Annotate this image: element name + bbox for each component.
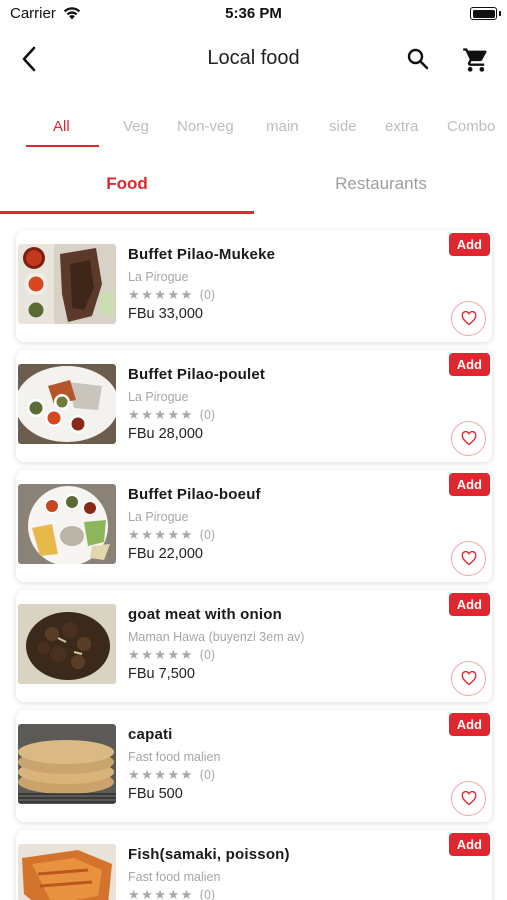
tab-active-indicator	[0, 211, 254, 214]
rating: ★★★★★ (0)	[128, 647, 215, 663]
tab-food[interactable]: Food	[0, 174, 254, 194]
food-image	[18, 244, 116, 324]
food-name: Buffet Pilao-poulet	[128, 366, 266, 383]
food-name: Buffet Pilao-boeuf	[128, 486, 261, 503]
food-card[interactable]: Buffet Pilao-boeuf La Pirogue ★★★★★ (0) …	[16, 470, 492, 582]
battery-icon	[470, 7, 497, 20]
heart-icon	[461, 551, 476, 566]
favorite-button[interactable]	[451, 301, 486, 336]
rating-stars-icon: ★★★★★	[128, 407, 194, 422]
food-card[interactable]: capati Fast food malien ★★★★★ (0) FBu 50…	[16, 710, 492, 822]
favorite-button[interactable]	[451, 421, 486, 456]
cart-icon	[463, 48, 487, 72]
category-tab-main[interactable]: main	[266, 118, 299, 135]
rating: ★★★★★ (0)	[128, 887, 215, 900]
restaurant-name: La Pirogue	[128, 510, 189, 524]
add-button[interactable]: Add	[448, 833, 490, 856]
food-image	[18, 604, 116, 684]
rating: ★★★★★ (0)	[128, 287, 215, 303]
rating-stars-icon: ★★★★★	[128, 887, 194, 900]
review-count: (0)	[199, 768, 216, 782]
category-tab-side[interactable]: side	[329, 118, 357, 135]
food-image	[18, 844, 116, 900]
food-card[interactable]: goat meat with onion Maman Hawa (buyenzi…	[16, 590, 492, 702]
review-count: (0)	[199, 408, 216, 422]
clock: 5:36 PM	[225, 5, 282, 22]
status-bar: Carrier 5:36 PM	[0, 0, 507, 28]
price: FBu 7,500	[128, 666, 195, 682]
heart-icon	[461, 671, 476, 686]
favorite-button[interactable]	[451, 781, 486, 816]
search-icon	[407, 48, 429, 70]
rating-stars-icon: ★★★★★	[128, 527, 194, 542]
food-card[interactable]: Buffet Pilao-poulet La Pirogue ★★★★★ (0)…	[16, 350, 492, 462]
heart-icon	[461, 311, 476, 326]
food-card[interactable]: Buffet Pilao-Mukeke La Pirogue ★★★★★ (0)…	[16, 230, 492, 342]
food-image	[18, 724, 116, 804]
restaurant-name: Fast food malien	[128, 870, 221, 884]
category-tab-veg[interactable]: Veg	[123, 118, 149, 135]
category-active-indicator	[26, 145, 99, 147]
top-app-bar: Local food	[0, 36, 507, 84]
restaurant-name: La Pirogue	[128, 270, 189, 284]
category-tabs: All Veg Non-veg main side extra Combo	[0, 108, 507, 148]
category-tab-all[interactable]: All	[53, 118, 70, 135]
category-tab-combo[interactable]: Combo	[447, 118, 495, 135]
rating-stars-icon: ★★★★★	[128, 767, 194, 782]
restaurant-name: Maman Hawa (buyenzi 3em av)	[128, 630, 305, 644]
food-name: capati	[128, 726, 173, 743]
price: FBu 22,000	[128, 546, 203, 562]
battery-cap	[499, 11, 501, 16]
search-button[interactable]	[403, 44, 433, 74]
add-button[interactable]: Add	[448, 713, 490, 736]
cart-button[interactable]	[460, 44, 492, 76]
heart-icon	[461, 791, 476, 806]
food-name: Fish(samaki, poisson)	[128, 846, 290, 863]
restaurant-name: Fast food malien	[128, 750, 221, 764]
rating-stars-icon: ★★★★★	[128, 287, 194, 302]
tab-restaurants[interactable]: Restaurants	[254, 174, 507, 194]
rating: ★★★★★ (0)	[128, 407, 215, 423]
category-tab-non-veg[interactable]: Non-veg	[177, 118, 234, 135]
food-image	[18, 364, 116, 444]
add-button[interactable]: Add	[448, 233, 490, 256]
food-card[interactable]: Fish(samaki, poisson) Fast food malien ★…	[16, 830, 492, 900]
favorite-button[interactable]	[451, 541, 486, 576]
price: FBu 500	[128, 786, 183, 802]
review-count: (0)	[199, 288, 216, 302]
review-count: (0)	[199, 888, 216, 900]
food-name: Buffet Pilao-Mukeke	[128, 246, 276, 263]
price: FBu 33,000	[128, 306, 203, 322]
food-name: goat meat with onion	[128, 606, 282, 623]
restaurant-name: La Pirogue	[128, 390, 189, 404]
rating: ★★★★★ (0)	[128, 767, 215, 783]
heart-icon	[461, 431, 476, 446]
add-button[interactable]: Add	[448, 353, 490, 376]
review-count: (0)	[199, 648, 216, 662]
food-image	[18, 484, 116, 564]
price: FBu 28,000	[128, 426, 203, 442]
review-count: (0)	[199, 528, 216, 542]
main-tabs: Food Restaurants	[0, 160, 507, 216]
add-button[interactable]: Add	[448, 473, 490, 496]
rating-stars-icon: ★★★★★	[128, 647, 194, 662]
add-button[interactable]: Add	[448, 593, 490, 616]
favorite-button[interactable]	[451, 661, 486, 696]
rating: ★★★★★ (0)	[128, 527, 215, 543]
category-tab-extra[interactable]: extra	[385, 118, 418, 135]
